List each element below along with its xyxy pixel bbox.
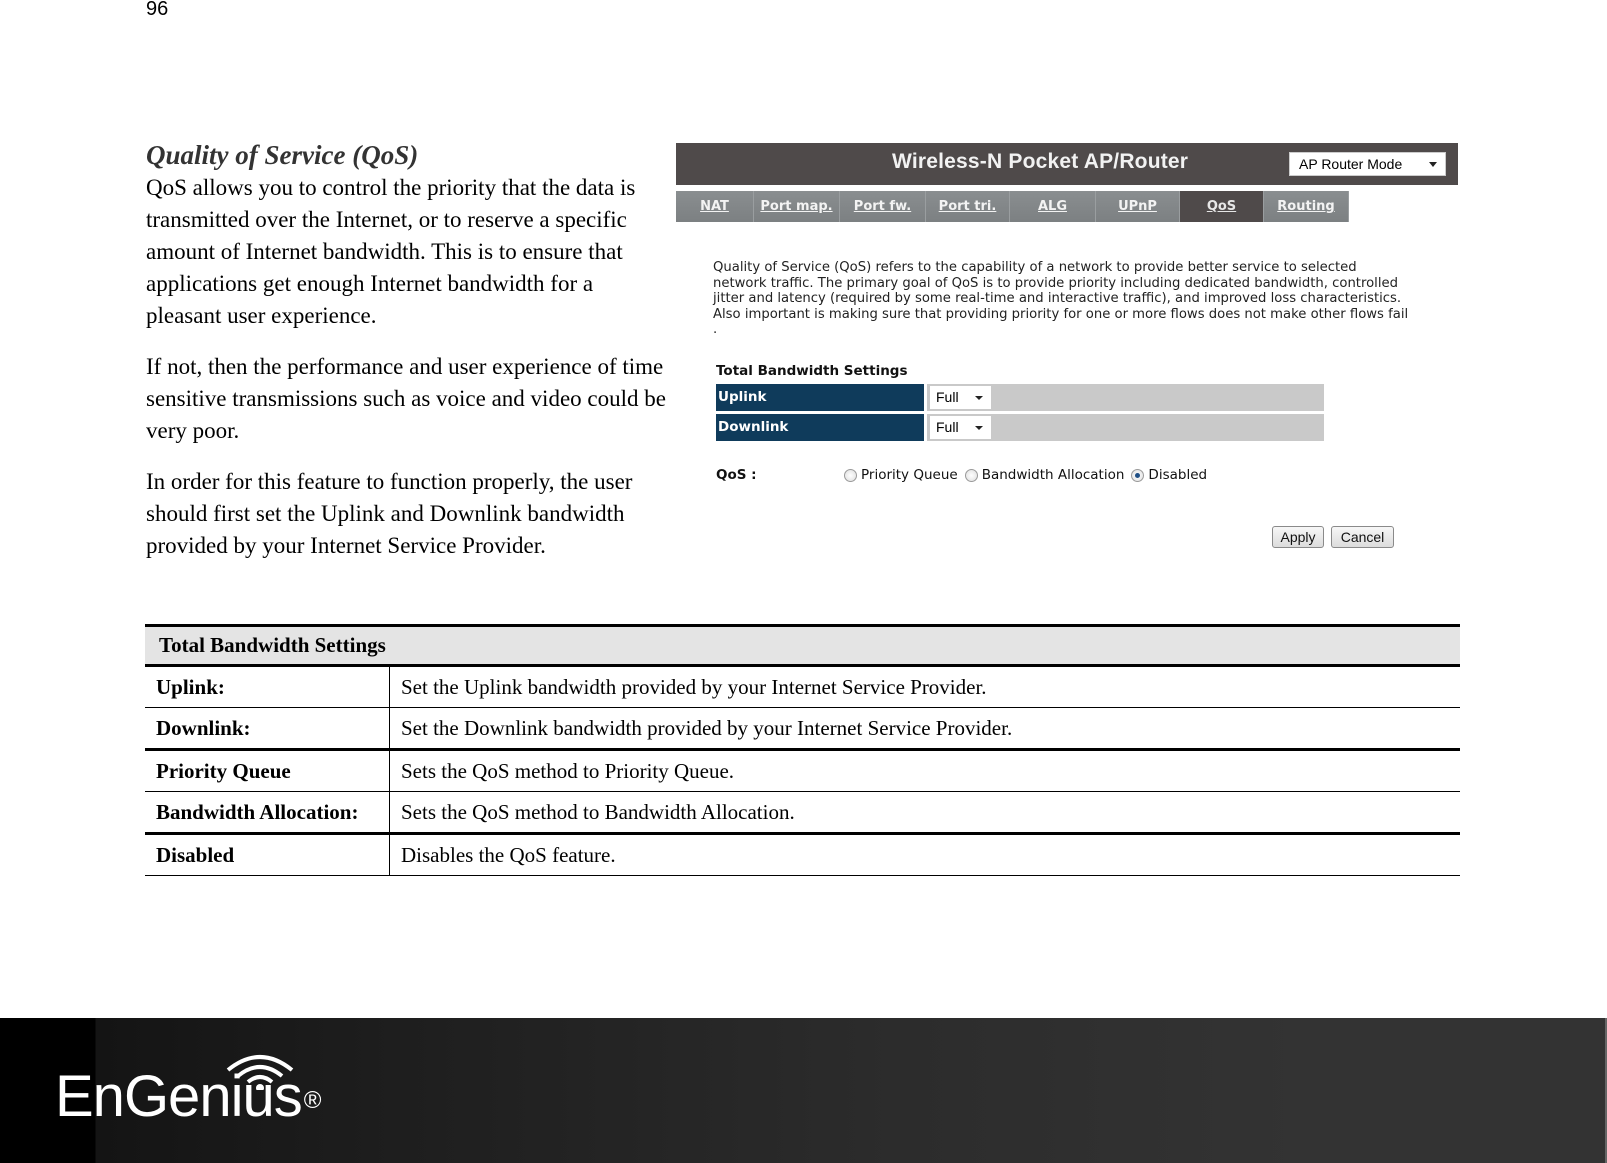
table-term: Uplink:	[145, 665, 390, 708]
tab-routing[interactable]: Routing	[1264, 191, 1349, 222]
uplink-field: Full	[927, 384, 1324, 411]
uplink-label: Uplink	[716, 384, 924, 411]
table-term: Disabled	[145, 833, 390, 876]
apply-button[interactable]: Apply	[1272, 526, 1324, 548]
table-desc: Disables the QoS feature.	[389, 833, 1460, 876]
router-title: Wireless-N Pocket AP/Router	[892, 150, 1189, 173]
radio-label: Bandwidth Allocation	[981, 467, 1125, 483]
tab-port-map[interactable]: Port map.	[754, 191, 840, 222]
radio-bandwidth-allocation[interactable]: Bandwidth Allocation	[964, 467, 1125, 483]
table-row: Downlink: Set the Downlink bandwidth pro…	[145, 707, 1460, 751]
downlink-value: Full	[936, 419, 959, 435]
settings-description-table: Total Bandwidth Settings Uplink: Set the…	[145, 624, 1460, 876]
qos-radio-group: Priority Queue Bandwidth Allocation Disa…	[844, 467, 1214, 483]
footer-band: EnGenius®	[0, 1018, 1607, 1163]
cancel-button[interactable]: Cancel	[1331, 526, 1394, 548]
tab-qos[interactable]: QoS	[1180, 191, 1264, 222]
router-header: Wireless-N Pocket AP/Router AP Router Mo…	[676, 143, 1458, 185]
registered-mark: ®	[303, 1087, 322, 1114]
radio-button[interactable]	[844, 468, 857, 482]
downlink-label: Downlink	[716, 414, 924, 441]
router-screenshot: Wireless-N Pocket AP/Router AP Router Mo…	[676, 143, 1458, 583]
section-title: Quality of Service (QoS)	[146, 140, 419, 170]
chevron-down-icon	[975, 396, 983, 400]
radio-button[interactable]	[964, 468, 978, 482]
table-term: Priority Queue	[145, 749, 390, 792]
tab-alg[interactable]: ALG	[1010, 191, 1096, 222]
paragraph: If not, then the performance and user ex…	[146, 354, 666, 443]
tab-port-fw[interactable]: Port fw.	[840, 191, 926, 222]
table-desc: Set the Downlink bandwidth provided by y…	[389, 707, 1460, 751]
table-term: Bandwidth Allocation:	[145, 791, 390, 835]
logo-text: EnGenius	[55, 1064, 303, 1129]
radio-label: Priority Queue	[861, 467, 958, 483]
uplink-value: Full	[936, 389, 959, 405]
radio-button-selected[interactable]	[1131, 468, 1145, 482]
engenius-logo: EnGenius®	[55, 1068, 322, 1126]
tab-upnp[interactable]: UPnP	[1096, 191, 1180, 222]
radio-priority-queue[interactable]: Priority Queue	[844, 467, 958, 483]
uplink-select[interactable]: Full	[930, 386, 991, 409]
qos-description: Quality of Service (QoS) refers to the c…	[713, 260, 1409, 337]
page-number: 96	[146, 0, 169, 20]
table-row: Disabled Disables the QoS feature.	[145, 833, 1460, 876]
radio-label: Disabled	[1148, 467, 1208, 483]
downlink-row: Downlink Full	[716, 414, 1324, 441]
paragraph: In order for this feature to function pr…	[146, 469, 633, 558]
bandwidth-settings-title: Total Bandwidth Settings	[716, 363, 908, 379]
mode-select-value: AP Router Mode	[1299, 156, 1403, 172]
tab-bar: NAT Port map. Port fw. Port tri. ALG UPn…	[676, 191, 1349, 222]
tab-port-tri[interactable]: Port tri.	[926, 191, 1010, 222]
qos-label: QoS :	[716, 467, 757, 483]
table-desc: Set the Uplink bandwidth provided by you…	[389, 665, 1460, 708]
section-text: Quality of Service (QoS) QoS allows you …	[146, 138, 666, 581]
table-row: Uplink: Set the Uplink bandwidth provide…	[145, 665, 1460, 708]
chevron-down-icon	[975, 426, 983, 430]
uplink-row: Uplink Full	[716, 384, 1324, 411]
downlink-field: Full	[927, 414, 1324, 441]
paragraph: QoS allows you to control the priority t…	[146, 175, 636, 328]
table-row: Priority Queue Sets the QoS method to Pr…	[145, 749, 1460, 792]
mode-select[interactable]: AP Router Mode	[1289, 152, 1446, 176]
table-desc: Sets the QoS method to Priority Queue.	[389, 749, 1460, 792]
tab-nat[interactable]: NAT	[676, 191, 754, 222]
table-header: Total Bandwidth Settings	[145, 624, 1460, 667]
table-row: Bandwidth Allocation: Sets the QoS metho…	[145, 791, 1460, 835]
downlink-select[interactable]: Full	[930, 416, 991, 439]
chevron-down-icon	[1429, 162, 1437, 167]
radio-disabled[interactable]: Disabled	[1131, 467, 1207, 483]
table-desc: Sets the QoS method to Bandwidth Allocat…	[389, 791, 1460, 835]
table-term: Downlink:	[145, 707, 390, 751]
